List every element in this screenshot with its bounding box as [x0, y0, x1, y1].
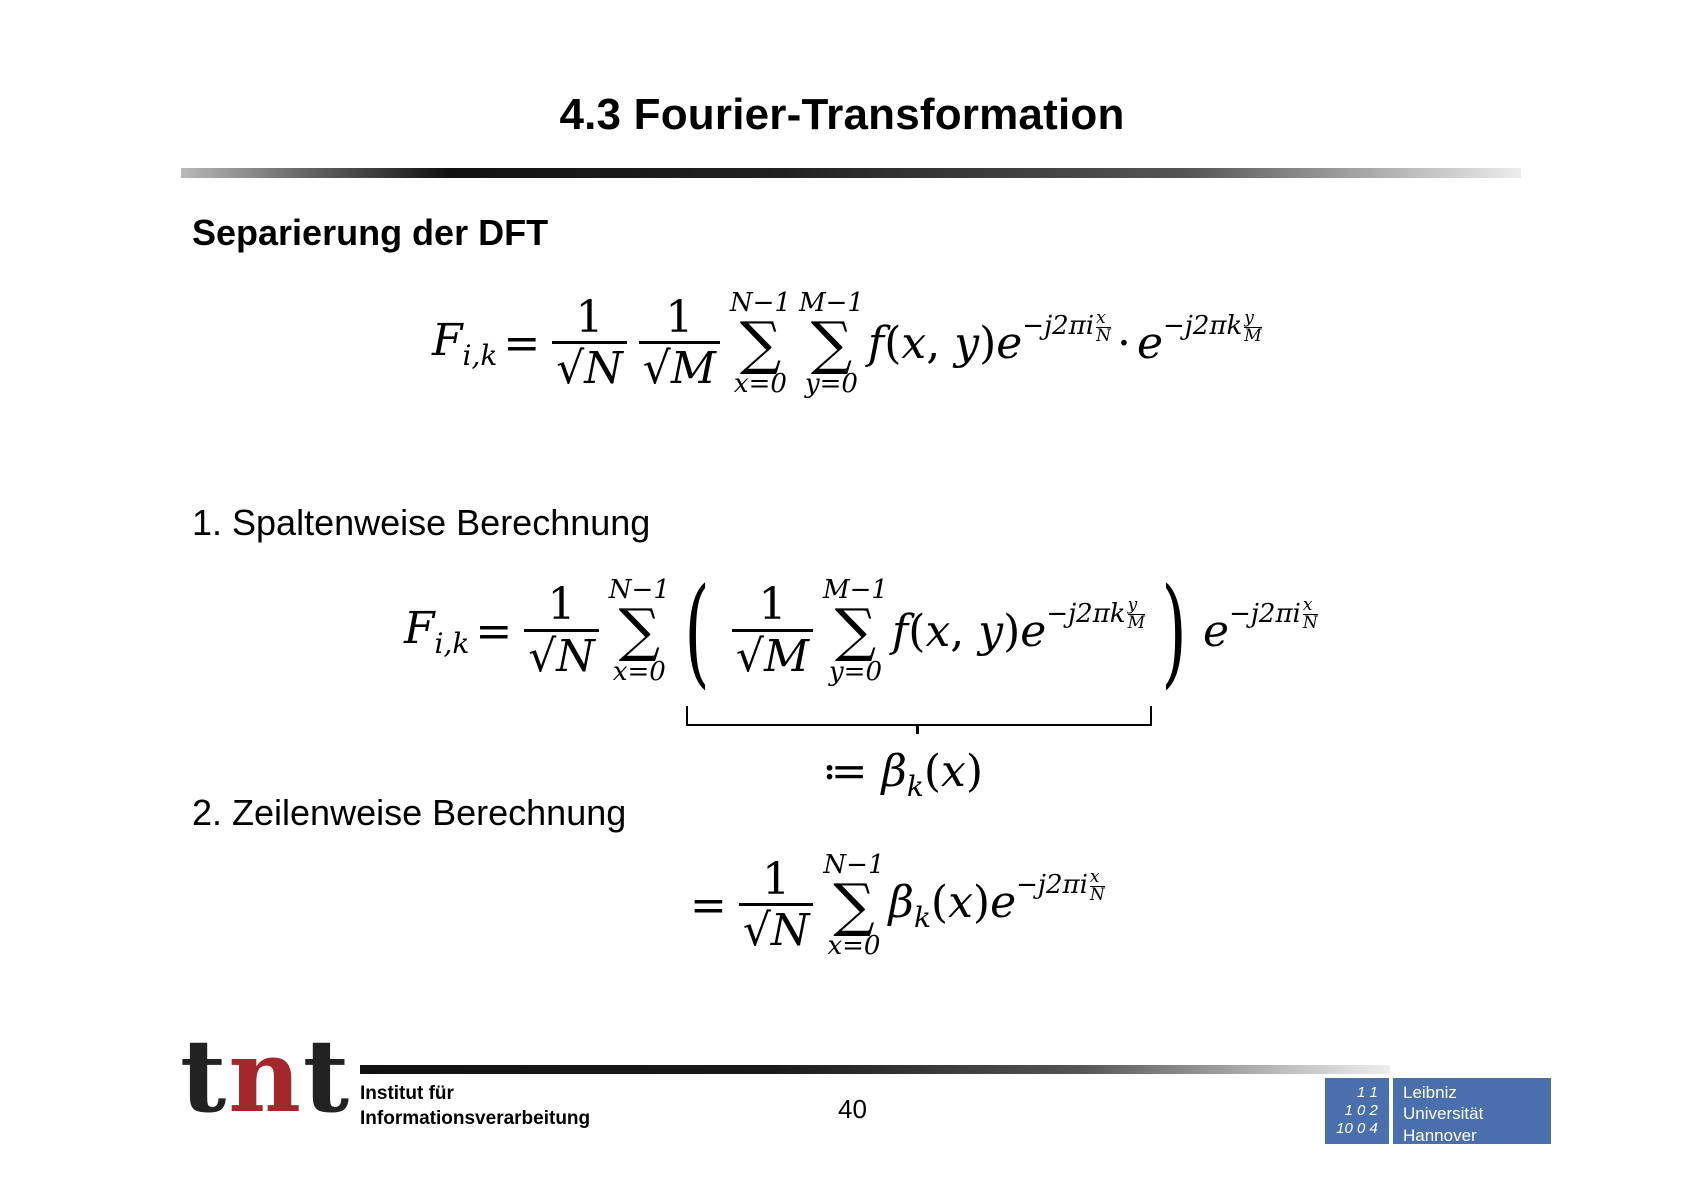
formula-rowwise: = 1 √N N−1 ∑ x=0 βk(x)e−j2πi x N — [690, 850, 1105, 962]
luh-name: Leibniz Universität Hannover — [1393, 1078, 1551, 1145]
title-divider — [181, 168, 1521, 178]
page-number: 40 — [838, 1094, 867, 1124]
slide-title: 4.3 Fourier-Transformation — [559, 90, 1125, 139]
underbrace-tip — [916, 724, 919, 734]
beta-definition: ≔ βk(x) — [822, 746, 984, 803]
institute-line-1: Institut für — [360, 1083, 454, 1104]
institute-name: Institut für Informationsverarbeitung — [360, 1082, 590, 1131]
formula-columnwise: Fi,k = 1 √N N−1 ∑ x=0 ( 1 √M M−1 ∑ y=0 f(x, y)… — [404, 562, 1318, 700]
step-rowwise: 2. Zeilenweise Berechnung — [192, 792, 627, 833]
section-heading: Separierung der DFT — [192, 212, 549, 253]
footer-divider — [360, 1065, 1390, 1074]
tnt-logo: tnt — [180, 1017, 352, 1135]
formula-full-dft: Fi,k = 1 √N 1 √M N−1 ∑ x=0 M−1 ∑ y=0 f(x, y)e−… — [432, 288, 1262, 400]
institute-line-2: Informationsverarbeitung — [360, 1107, 591, 1129]
luh-digits-icon: 1 11 0 2 10 0 4 — [1325, 1078, 1389, 1144]
luh-logo: 1 11 0 2 10 0 4 Leibniz Universität Hanno… — [1325, 1078, 1551, 1145]
step-columnwise: 1. Spaltenweise Berechnung — [192, 502, 651, 543]
underbrace — [686, 706, 1152, 726]
